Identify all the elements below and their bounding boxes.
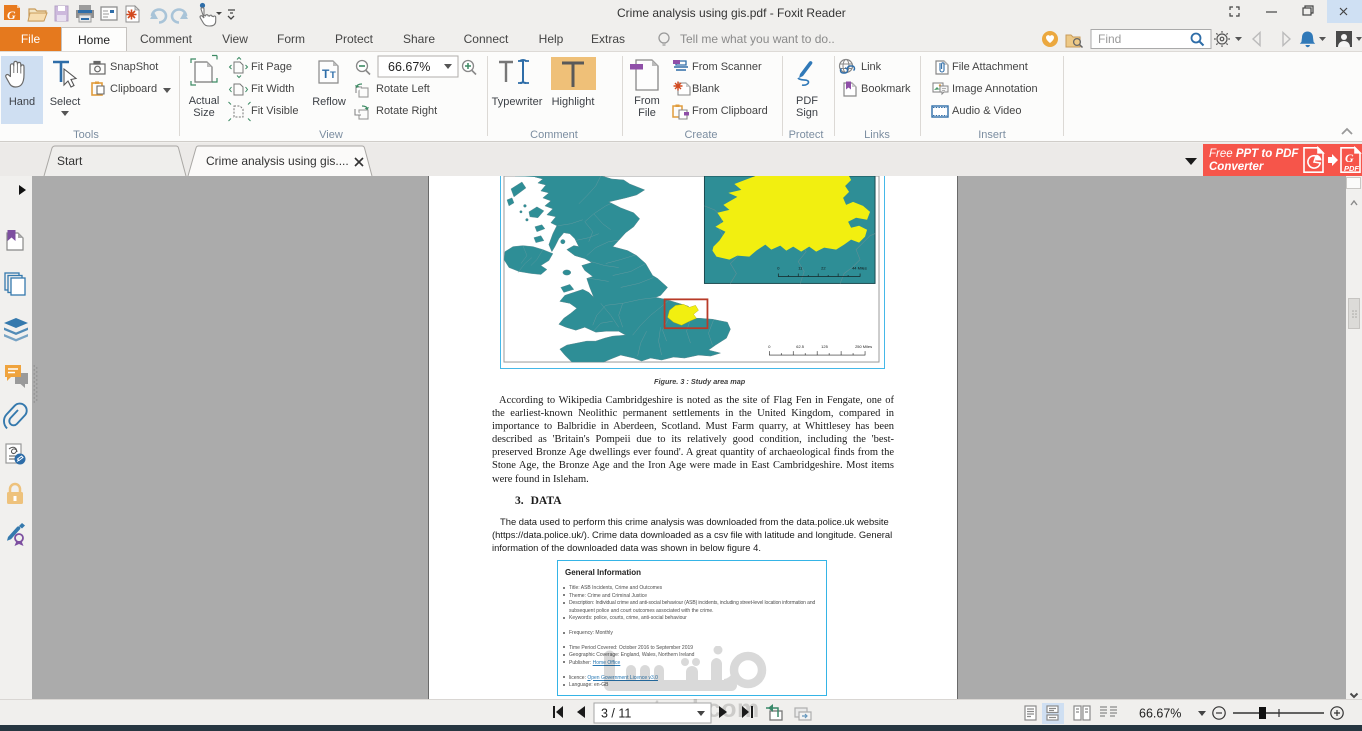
- svg-text:66.67%: 66.67%: [1139, 707, 1181, 721]
- svg-text:44 Miles: 44 Miles: [852, 266, 867, 271]
- svg-text:Start: Start: [57, 154, 83, 168]
- svg-text:66.67%: 66.67%: [388, 60, 430, 74]
- svg-text:G: G: [7, 8, 16, 22]
- svg-text:22: 22: [821, 266, 825, 271]
- svg-text:T: T: [322, 67, 330, 81]
- svg-text:3 / 11: 3 / 11: [601, 707, 631, 721]
- svg-text:125: 125: [821, 344, 828, 349]
- svg-text:Find: Find: [1098, 32, 1121, 46]
- svg-text:Crime analysis using gis....: Crime analysis using gis....: [206, 154, 349, 168]
- svg-text:T: T: [330, 70, 336, 81]
- svg-text:PDF: PDF: [1344, 164, 1359, 173]
- svg-text:G: G: [1345, 151, 1354, 165]
- svg-text:62.5: 62.5: [796, 344, 805, 349]
- svg-text:250 Miles: 250 Miles: [855, 344, 872, 349]
